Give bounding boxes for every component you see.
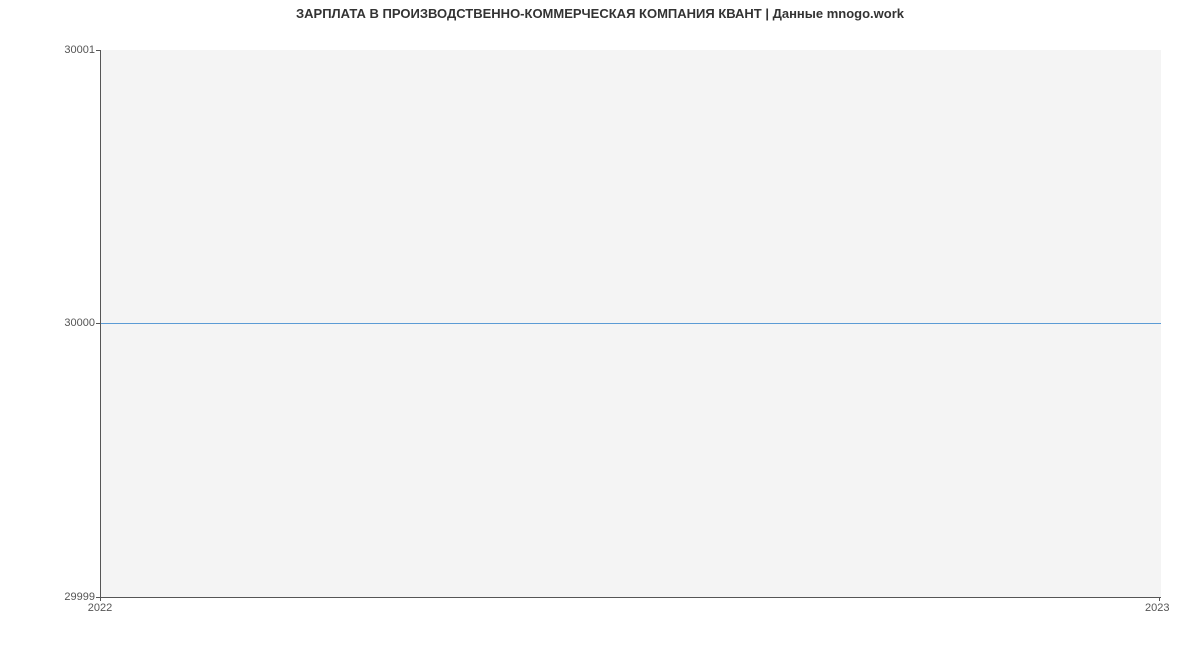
plot-area xyxy=(100,50,1161,598)
y-tick-label: 30001 xyxy=(5,44,95,56)
x-tick-label: 2023 xyxy=(1145,602,1169,614)
y-tick-label: 29999 xyxy=(5,591,95,603)
chart-container: ЗАРПЛАТА В ПРОИЗВОДСТВЕННО-КОММЕРЧЕСКАЯ … xyxy=(0,0,1200,650)
y-tick-label: 30000 xyxy=(5,317,95,329)
x-tick-label: 2022 xyxy=(88,602,112,614)
data-line xyxy=(101,323,1161,324)
chart-title: ЗАРПЛАТА В ПРОИЗВОДСТВЕННО-КОММЕРЧЕСКАЯ … xyxy=(0,6,1200,21)
